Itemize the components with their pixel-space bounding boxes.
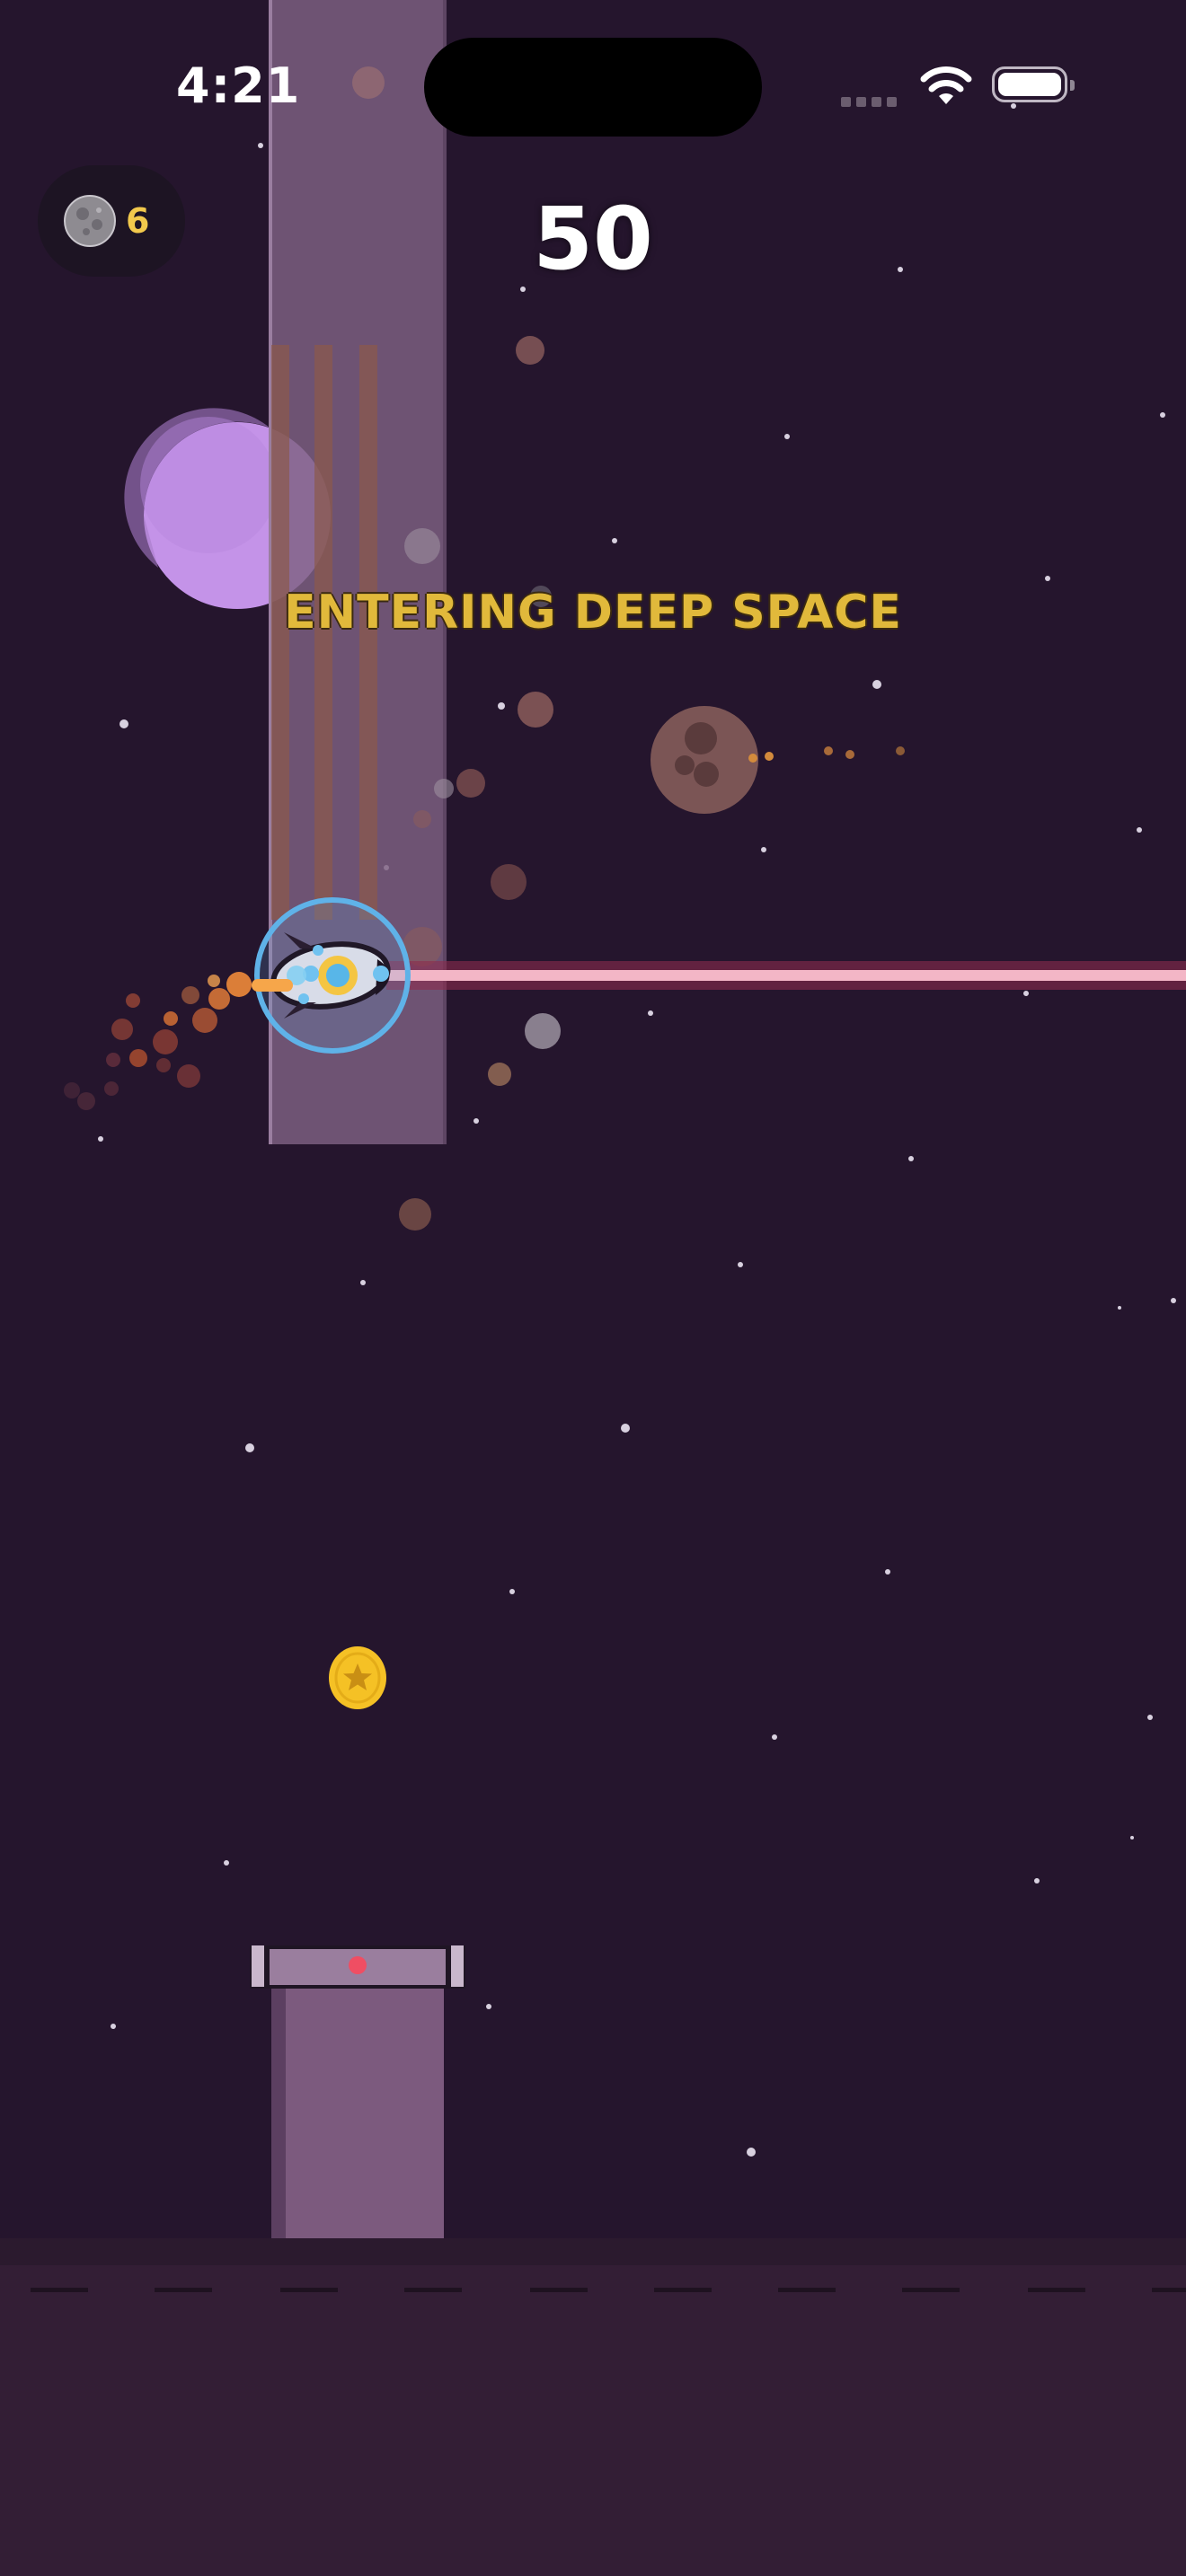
moon-count: 6 [126, 201, 150, 241]
game-scene[interactable] [0, 0, 1186, 2576]
dynamic-island [424, 38, 762, 137]
rocket-ship-icon[interactable] [252, 897, 411, 1054]
zone-banner: ENTERING DEEP SPACE [284, 586, 902, 640]
battery-icon [992, 66, 1075, 102]
asteroid [651, 706, 905, 814]
wifi-icon [920, 66, 972, 104]
bottom-obstacle-pillar [250, 1945, 465, 2240]
star-coin-icon[interactable] [329, 1646, 386, 1709]
status-time: 4:21 [176, 57, 301, 114]
score-display: 50 [533, 189, 653, 289]
engine-exhaust [64, 972, 252, 1110]
moon-counter [38, 165, 185, 277]
moon-icon [64, 195, 116, 247]
laser-beam [386, 961, 1186, 990]
starfield [98, 103, 1176, 2157]
cellular-signal-icon [841, 93, 902, 110]
ground [0, 2238, 1186, 2576]
